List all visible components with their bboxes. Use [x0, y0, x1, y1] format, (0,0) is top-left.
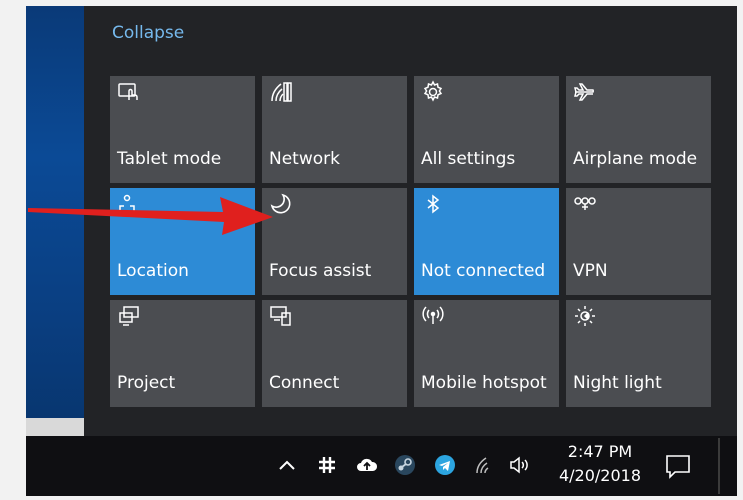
tile-network[interactable]: Network [262, 76, 407, 183]
tile-label: Airplane mode [573, 149, 698, 169]
tile-label: All settings [421, 149, 516, 169]
clock-time: 2:47 PM [567, 442, 633, 461]
tile-night-light[interactable]: Night light [566, 300, 711, 407]
tile-label: Location [117, 261, 189, 281]
night-light-icon [575, 306, 595, 326]
tile-bluetooth[interactable]: Not connected [414, 188, 559, 295]
tile-label: Project [117, 373, 176, 393]
wifi-icon[interactable] [474, 454, 496, 476]
project-icon [119, 306, 139, 326]
show-desktop-button[interactable] [718, 438, 720, 494]
tile-label: Mobile hotspot [421, 373, 547, 393]
tile-mobile-hotspot[interactable]: Mobile hotspot [414, 300, 559, 407]
tile-label: Tablet mode [117, 149, 222, 169]
telegram-icon[interactable] [434, 454, 456, 476]
bluetooth-icon [427, 194, 440, 214]
action-center-icon[interactable] [662, 450, 694, 482]
clock-date: 4/20/2018 [558, 466, 642, 485]
desktop-strip-bottom [26, 418, 84, 436]
tile-label: VPN [573, 261, 608, 281]
settings-gear-icon [423, 80, 443, 102]
mobile-hotspot-icon [422, 306, 444, 324]
vpn-icon [574, 197, 596, 210]
steam-icon[interactable] [394, 454, 416, 476]
tile-focus-assist[interactable]: Focus assist [262, 188, 407, 295]
screenshot-frame-bottom [0, 496, 743, 500]
screenshot-frame-right [737, 0, 743, 500]
tile-label: Connect [269, 373, 340, 393]
tile-connect[interactable]: Connect [262, 300, 407, 407]
tile-vpn[interactable]: VPN [566, 188, 711, 295]
airplane-icon [574, 83, 595, 101]
tile-label: Network [269, 149, 340, 169]
tile-all-settings[interactable]: All settings [414, 76, 559, 183]
screenshot-frame-left [0, 0, 26, 500]
collapse-link[interactable]: Collapse [112, 23, 184, 43]
tile-airplane-mode[interactable]: Airplane mode [566, 76, 711, 183]
cloud-upload-icon[interactable] [356, 454, 378, 476]
tile-label: Focus assist [269, 261, 372, 281]
volume-icon[interactable] [508, 454, 530, 476]
tile-label: Night light [573, 373, 662, 393]
taskbar: 2:47 PM 4/20/2018 [26, 436, 737, 496]
tablet-mode-icon [118, 83, 138, 100]
chevron-up-icon[interactable] [276, 454, 298, 476]
tile-tablet-mode[interactable]: Tablet mode [110, 76, 255, 183]
network-icon [271, 82, 292, 102]
taskbar-clock[interactable]: 2:47 PM 4/20/2018 [558, 440, 642, 488]
tile-label: Not connected [421, 261, 546, 281]
tile-project[interactable]: Project [110, 300, 255, 407]
slack-icon[interactable] [316, 454, 338, 476]
annotation-arrow [28, 197, 273, 235]
connect-icon [270, 306, 291, 326]
